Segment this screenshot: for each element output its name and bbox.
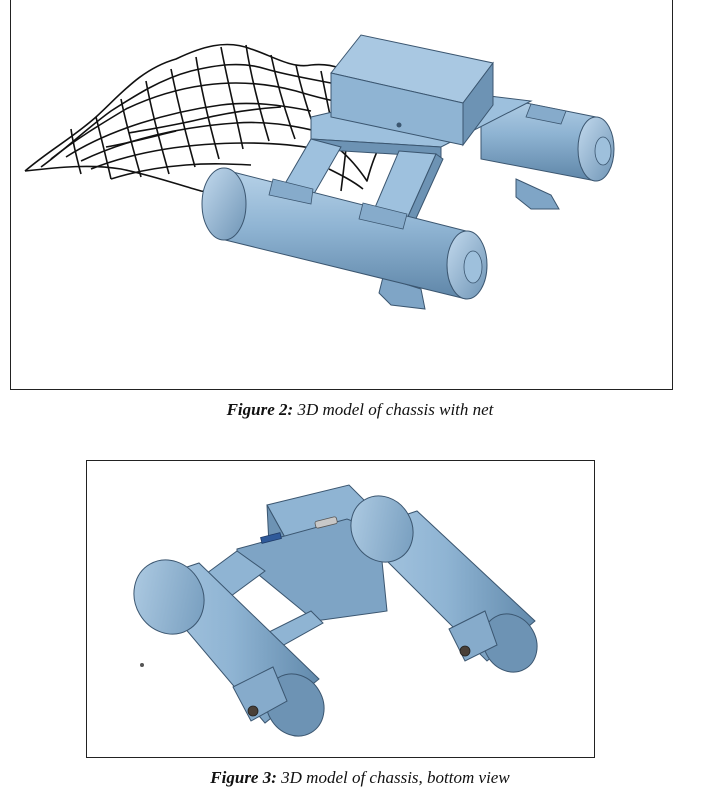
figure-2-frame (10, 0, 673, 390)
figure-3-frame (86, 460, 595, 758)
figure-3-caption: Figure 3: 3D model of chassis, bottom vi… (0, 768, 720, 788)
figure-2-label: Figure 2: (226, 400, 294, 419)
figure-2-caption-text: 3D model of chassis with net (293, 400, 494, 419)
figure-3-caption-text: 3D model of chassis, bottom view (276, 768, 510, 787)
figure-3-label: Figure 3: (210, 768, 277, 787)
figure-2-render (24, 34, 615, 310)
figure-3-render (133, 484, 538, 737)
pontoon-left (201, 167, 488, 310)
figure-2-caption: Figure 2: 3D model of chassis with net (0, 400, 720, 420)
